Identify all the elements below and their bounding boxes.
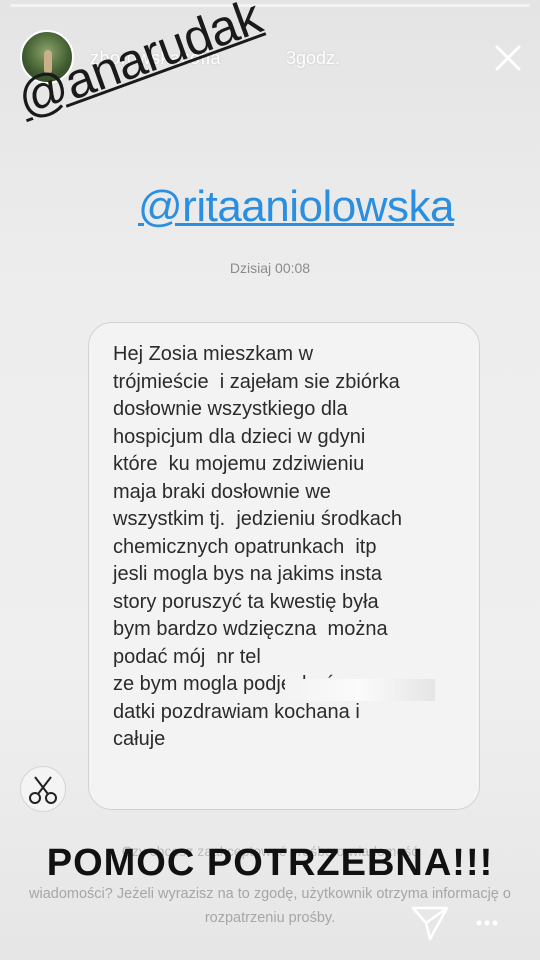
mention-sticker-secondary[interactable]: @ritaaniolowska <box>138 185 454 229</box>
message-bubble: Hej Zosia mieszkam w trójmieście i zajeł… <box>88 322 480 810</box>
paper-plane-icon <box>411 906 449 941</box>
story-progress-bar <box>10 4 530 7</box>
close-icon <box>495 45 521 71</box>
message-date: Dzisiaj 00:08 <box>229 260 311 276</box>
more-dots-icon <box>476 920 498 926</box>
more-options-button[interactable] <box>474 912 500 934</box>
send-button[interactable] <box>410 904 450 942</box>
close-button[interactable] <box>492 42 524 74</box>
headline-text: POMOC POTRZEBNA!!! <box>46 842 494 884</box>
redacted-phone-number <box>285 679 435 701</box>
scissors-icon <box>29 776 57 804</box>
story-time: 3godz. <box>286 48 341 68</box>
mention-text: @ritaaniolowska <box>138 182 454 231</box>
sender-avatar[interactable] <box>20 766 66 812</box>
story-canvas: zborowskazofia 3godz. @anarudak @ritaani… <box>0 0 540 960</box>
